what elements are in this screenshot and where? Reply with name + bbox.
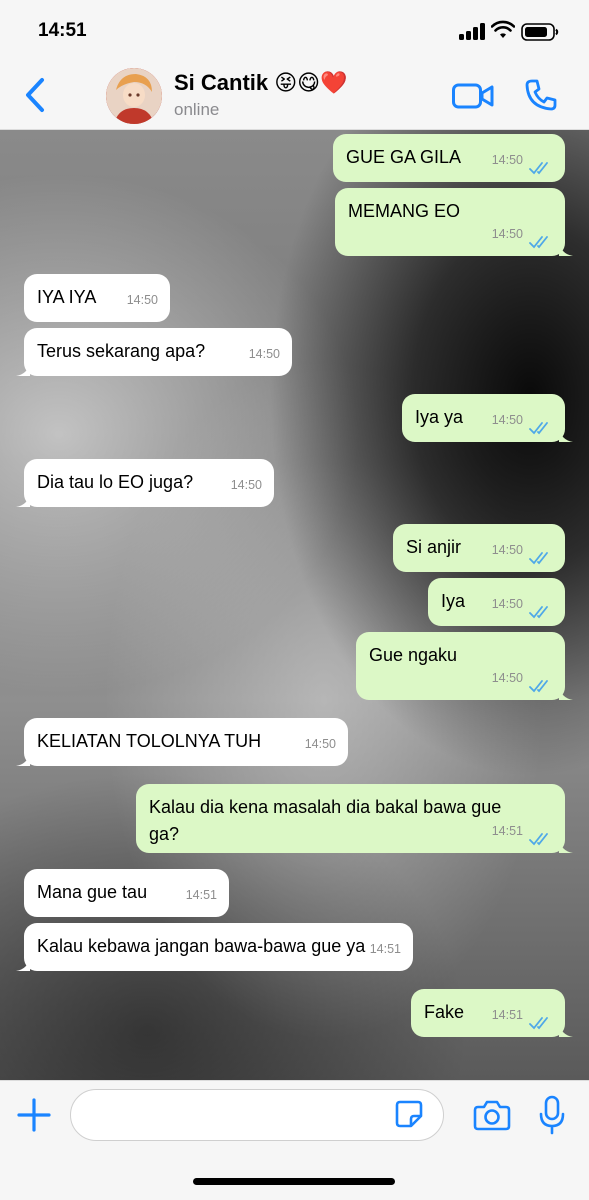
message-time: 14:50 — [491, 671, 523, 685]
camera-icon[interactable] — [473, 1099, 511, 1131]
message-bubble[interactable]: Dia tau lo EO juga? 14:50 — [16, 459, 274, 507]
message-bubble[interactable]: KELIATAN TOLOLNYA TUH 14:50 — [16, 718, 348, 766]
message-time: 14:50 — [491, 153, 523, 167]
microphone-icon[interactable] — [539, 1095, 565, 1135]
bubble-tail — [559, 428, 573, 442]
double-check-icon — [529, 422, 548, 435]
message-text: Dia tau lo EO juga? — [37, 472, 194, 492]
status-time: 14:51 — [38, 20, 87, 41]
double-check-icon — [529, 552, 548, 565]
message-bubble[interactable]: Kalau dia kena masalah dia bakal bawa gu… — [136, 784, 573, 853]
message-time: 14:50 — [304, 737, 336, 751]
avatar[interactable] — [106, 68, 162, 124]
message-input[interactable] — [70, 1089, 444, 1141]
message-bubble[interactable]: Gue ngaku 14:50 — [356, 632, 573, 700]
message-text: Mana gue tau — [37, 882, 148, 902]
message-bubble[interactable]: Iya ya 14:50 — [402, 394, 573, 442]
message-time: 14:51 — [491, 824, 523, 838]
message-time: 14:50 — [491, 597, 523, 611]
message-time: 14:50 — [126, 293, 158, 307]
message-time: 14:50 — [230, 478, 262, 492]
message-text: IYA IYA — [37, 287, 97, 307]
message-bubble[interactable]: MEMANG EO 14:50 — [335, 188, 573, 256]
home-indicator — [193, 1178, 395, 1185]
message-bubble[interactable]: Si anjir 14:50 — [393, 524, 565, 572]
message-time: 14:50 — [491, 543, 523, 557]
message-time: 14:51 — [491, 1008, 523, 1022]
plus-icon[interactable] — [16, 1097, 52, 1133]
sticker-icon[interactable] — [394, 1099, 424, 1129]
message-bubble[interactable]: Iya 14:50 — [428, 578, 565, 626]
message-text: Iya — [441, 591, 466, 611]
message-bubble[interactable]: GUE GA GILA 14:50 — [333, 134, 565, 182]
bubble-tail — [16, 493, 30, 507]
bubble-tail — [559, 839, 573, 853]
message-bubble[interactable]: Terus sekarang apa? 14:50 — [16, 328, 292, 376]
battery-icon — [521, 23, 559, 41]
video-icon[interactable] — [452, 82, 494, 110]
bubble-tail — [559, 1023, 573, 1037]
signal-icon — [459, 22, 487, 40]
message-text: Iya ya — [415, 407, 464, 427]
double-check-icon — [529, 236, 548, 249]
contact-status: online — [174, 100, 220, 119]
phone-icon[interactable] — [524, 78, 558, 112]
message-time: 14:50 — [491, 227, 523, 241]
message-text: GUE GA GILA — [346, 147, 462, 167]
message-time: 14:51 — [369, 942, 401, 956]
wifi-icon — [491, 20, 515, 38]
double-check-icon — [529, 606, 548, 619]
contact-name[interactable]: Si Cantik 😝😋❤️ — [174, 70, 348, 96]
message-time: 14:50 — [491, 413, 523, 427]
message-text: Fake — [424, 1002, 465, 1022]
message-text: KELIATAN TOLOLNYA TUH — [37, 731, 262, 751]
bubble-tail — [559, 686, 573, 700]
message-text: Kalau kebawa jangan bawa-bawa gue ya — [37, 936, 366, 956]
chevron-left-icon[interactable] — [20, 76, 50, 114]
double-check-icon — [529, 833, 548, 846]
message-time: 14:50 — [248, 347, 280, 361]
bubble-tail — [559, 242, 573, 256]
bubble-tail — [16, 752, 30, 766]
bubble-tail — [16, 362, 30, 376]
message-list[interactable]: GUE GA GILA 14:50 MEMANG EO 14:50 IYA IY… — [0, 130, 589, 1080]
bubble-tail — [16, 957, 30, 971]
double-check-icon — [529, 162, 548, 175]
double-check-icon — [529, 1017, 548, 1030]
double-check-icon — [529, 680, 548, 693]
message-text: Terus sekarang apa? — [37, 341, 206, 361]
chat-header: Si Cantik 😝😋❤️ online — [0, 58, 589, 130]
message-bubble[interactable]: Fake 14:51 — [411, 989, 573, 1037]
status-bar: 14:51 — [0, 0, 589, 58]
message-bubble[interactable]: Kalau kebawa jangan bawa-bawa gue ya 14:… — [16, 923, 413, 971]
message-text: Kalau dia kena masalah dia bakal bawa gu… — [149, 797, 502, 844]
message-text: MEMANG EO — [348, 201, 461, 221]
message-bubble[interactable]: Mana gue tau 14:51 — [24, 869, 229, 917]
message-bubble[interactable]: IYA IYA 14:50 — [24, 274, 170, 322]
message-text: Si anjir — [406, 537, 462, 557]
message-text: Gue ngaku — [369, 645, 458, 665]
message-time: 14:51 — [185, 888, 217, 902]
